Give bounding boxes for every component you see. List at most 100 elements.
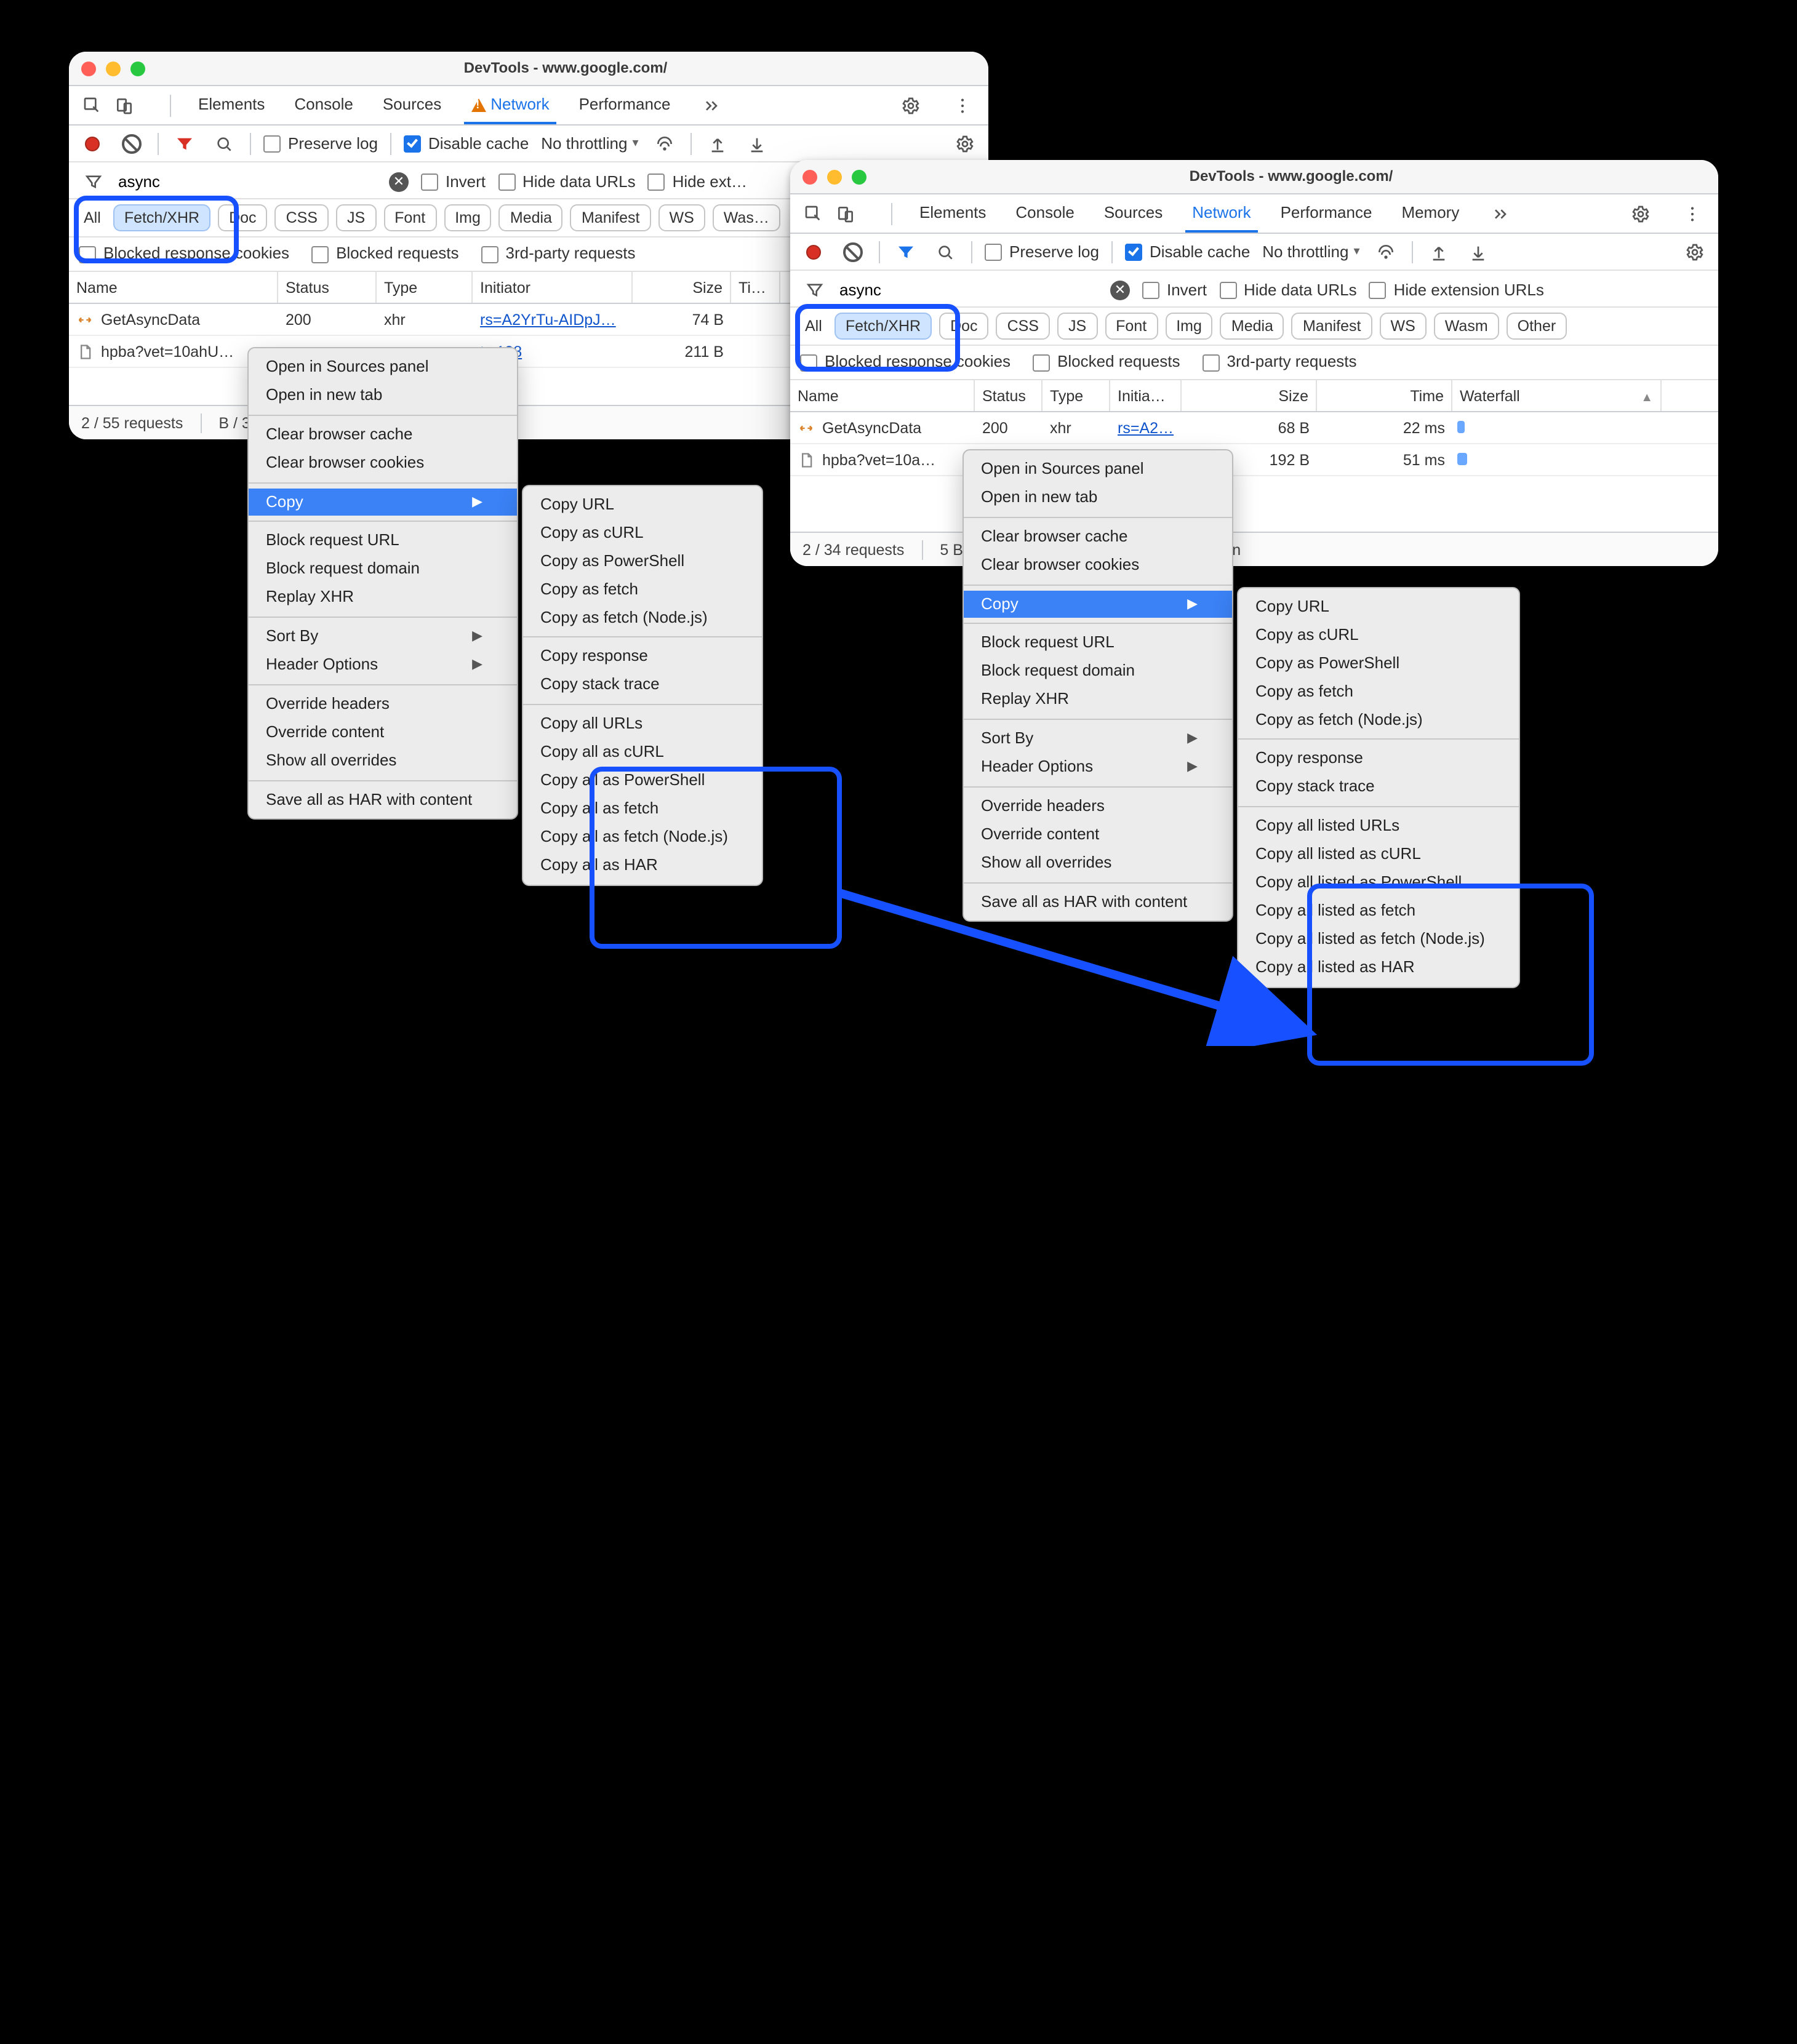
menu-item[interactable]: Open in new tab: [964, 484, 1232, 512]
network-conditions-icon[interactable]: [651, 130, 678, 158]
col-time[interactable]: Time: [1317, 381, 1452, 412]
menu-item[interactable]: Override content: [249, 719, 517, 747]
copy-submenu[interactable]: Copy URLCopy as cURLCopy as PowerShellCo…: [522, 485, 764, 885]
zoom-dot-icon[interactable]: [852, 169, 866, 184]
request-row[interactable]: GetAsyncData 200 xhr rs=A2… 68 B 22 ms: [790, 413, 1718, 445]
menu-item[interactable]: Override content: [964, 821, 1232, 849]
filter-text-input[interactable]: [837, 279, 1086, 302]
chip-font[interactable]: Font: [1105, 313, 1158, 340]
zoom-dot-icon[interactable]: [130, 61, 145, 76]
chip-fetch-xhr[interactable]: Fetch/XHR: [834, 313, 932, 340]
menu-item[interactable]: Copy as fetch: [523, 575, 762, 604]
chip-js[interactable]: JS: [336, 204, 376, 232]
traffic-lights[interactable]: [802, 169, 866, 184]
clear-button[interactable]: [118, 130, 145, 158]
record-button[interactable]: [79, 130, 106, 158]
blocked-cookies-checkbox[interactable]: Blocked response cookies: [79, 244, 289, 265]
tab-console[interactable]: Console: [292, 87, 355, 123]
preserve-log-checkbox[interactable]: Preserve log: [263, 134, 378, 154]
blocked-requests-checkbox[interactable]: Blocked requests: [1033, 353, 1180, 373]
chip-doc[interactable]: Doc: [218, 204, 267, 232]
inspect-icon[interactable]: [800, 200, 827, 227]
menu-item[interactable]: Replay XHR: [249, 583, 517, 612]
invert-checkbox[interactable]: Invert: [421, 172, 486, 193]
device-toolbar-icon[interactable]: [832, 200, 859, 227]
network-settings-gear-icon[interactable]: [951, 130, 979, 158]
menu-item[interactable]: Copy as fetch (Node.js): [523, 604, 762, 632]
filter-funnel-icon[interactable]: [171, 130, 198, 158]
menu-item[interactable]: Copy all as PowerShell: [523, 767, 762, 795]
request-row[interactable]: hpba?vet=10a… 192 B 51 ms: [790, 445, 1718, 477]
menu-item[interactable]: Copy as cURL: [523, 519, 762, 548]
tab-network[interactable]: Network: [468, 87, 551, 123]
tab-sources[interactable]: Sources: [1102, 196, 1165, 231]
download-har-icon[interactable]: [1465, 239, 1492, 266]
chip-img[interactable]: Img: [444, 204, 492, 232]
tab-memory[interactable]: Memory: [1399, 196, 1462, 231]
settings-gear-icon[interactable]: [897, 92, 924, 119]
chip-ws[interactable]: WS: [658, 204, 705, 232]
col-size[interactable]: Size: [1182, 381, 1317, 412]
clear-button[interactable]: [839, 239, 866, 266]
column-headers[interactable]: Name Status Type Initia… Size Time Water…: [790, 381, 1718, 413]
menu-item[interactable]: Copy as fetch: [1238, 677, 1519, 706]
upload-har-icon[interactable]: [1425, 239, 1452, 266]
menu-item[interactable]: Clear browser cookies: [249, 449, 517, 477]
menu-item[interactable]: Show all overrides: [249, 746, 517, 775]
chip-wasm[interactable]: Was…: [713, 204, 780, 232]
chip-other[interactable]: Other: [1507, 313, 1567, 340]
menu-item[interactable]: Open in new tab: [249, 381, 517, 410]
inspect-icon[interactable]: [79, 92, 106, 119]
initiator-link[interactable]: rs=A2YrTu-AIDpJ…: [480, 309, 616, 330]
menu-item[interactable]: Open in Sources panel: [249, 353, 517, 381]
tab-sources[interactable]: Sources: [380, 87, 444, 123]
upload-har-icon[interactable]: [704, 130, 731, 158]
hide-data-urls-checkbox[interactable]: Hide data URLs: [1219, 280, 1357, 301]
menu-item[interactable]: Copy all as fetch (Node.js): [523, 823, 762, 852]
menu-item[interactable]: Sort By▶: [964, 725, 1232, 753]
chip-js[interactable]: JS: [1057, 313, 1097, 340]
chip-all[interactable]: All: [800, 314, 827, 339]
hide-ext-urls-checkbox[interactable]: Hide extension URLs: [1369, 280, 1544, 301]
menu-item[interactable]: Copy all as cURL: [523, 738, 762, 767]
chip-css[interactable]: CSS: [275, 204, 329, 232]
close-dot-icon[interactable]: [81, 61, 96, 76]
menu-item[interactable]: Clear browser cookies: [964, 551, 1232, 579]
chip-img[interactable]: Img: [1165, 313, 1213, 340]
menu-item[interactable]: Open in Sources panel: [964, 455, 1232, 484]
menu-item[interactable]: Override headers: [964, 792, 1232, 821]
menu-item[interactable]: Copy response: [1238, 745, 1519, 773]
chip-ws[interactable]: WS: [1379, 313, 1426, 340]
titlebar[interactable]: DevTools - www.google.com/: [69, 52, 988, 86]
menu-item[interactable]: Copy all as fetch: [523, 795, 762, 823]
traffic-lights[interactable]: [81, 61, 145, 76]
throttling-select[interactable]: No throttling▾: [1262, 242, 1359, 263]
col-name[interactable]: Name: [69, 273, 278, 303]
chip-all[interactable]: All: [79, 206, 106, 231]
hide-ext-urls-checkbox[interactable]: Hide ext…: [648, 172, 747, 193]
chip-css[interactable]: CSS: [996, 313, 1050, 340]
clear-filter-icon[interactable]: ✕: [1110, 281, 1130, 300]
tab-network[interactable]: Network: [1190, 196, 1253, 231]
more-tabs-icon[interactable]: [1486, 200, 1513, 227]
tab-elements[interactable]: Elements: [917, 196, 988, 231]
col-waterfall[interactable]: Waterfall▲: [1452, 381, 1662, 412]
context-menu[interactable]: Open in Sources panelOpen in new tab Clea…: [963, 449, 1233, 922]
tab-elements[interactable]: Elements: [196, 87, 267, 123]
settings-gear-icon[interactable]: [1627, 200, 1654, 227]
menu-item[interactable]: Clear browser cache: [964, 523, 1232, 551]
filter-funnel-icon[interactable]: [892, 239, 919, 266]
menu-item[interactable]: Replay XHR: [964, 685, 1232, 714]
chip-media[interactable]: Media: [499, 204, 563, 232]
col-type[interactable]: Type: [1043, 381, 1110, 412]
hide-data-urls-checkbox[interactable]: Hide data URLs: [498, 172, 636, 193]
menu-item[interactable]: Block request URL: [964, 629, 1232, 658]
menu-item[interactable]: Copy all listed URLs: [1238, 812, 1519, 840]
network-settings-gear-icon[interactable]: [1681, 239, 1708, 266]
col-status[interactable]: Status: [278, 273, 377, 303]
minimize-dot-icon[interactable]: [827, 169, 842, 184]
col-size[interactable]: Size: [633, 273, 731, 303]
menu-item[interactable]: Copy all URLs: [523, 710, 762, 738]
throttling-select[interactable]: No throttling▾: [541, 134, 638, 154]
blocked-requests-checkbox[interactable]: Blocked requests: [311, 244, 458, 265]
